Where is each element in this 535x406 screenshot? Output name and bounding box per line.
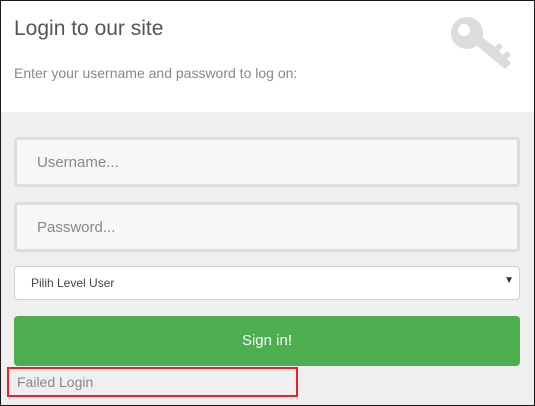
password-input[interactable]	[17, 205, 517, 249]
password-field[interactable]	[14, 202, 520, 252]
level-user-select[interactable]: Pilih Level User ▼	[14, 266, 520, 300]
failed-login-message: Failed Login	[17, 374, 94, 390]
login-header: Login to our site Enter your username an…	[1, 1, 534, 112]
page-title: Login to our site	[14, 17, 164, 40]
login-panel: Login to our site Enter your username an…	[0, 0, 535, 406]
key-icon	[451, 17, 511, 69]
page-subtitle: Enter your username and password to log …	[14, 65, 298, 81]
username-field[interactable]	[14, 137, 520, 187]
level-user-selected-value: Pilih Level User	[31, 276, 115, 290]
failed-login-highlight: Failed Login	[7, 367, 298, 397]
caret-down-icon: ▼	[504, 275, 514, 286]
username-input[interactable]	[17, 140, 517, 184]
login-form: Pilih Level User ▼ Sign in! Failed Login	[1, 112, 534, 405]
sign-in-button[interactable]: Sign in!	[14, 316, 520, 366]
